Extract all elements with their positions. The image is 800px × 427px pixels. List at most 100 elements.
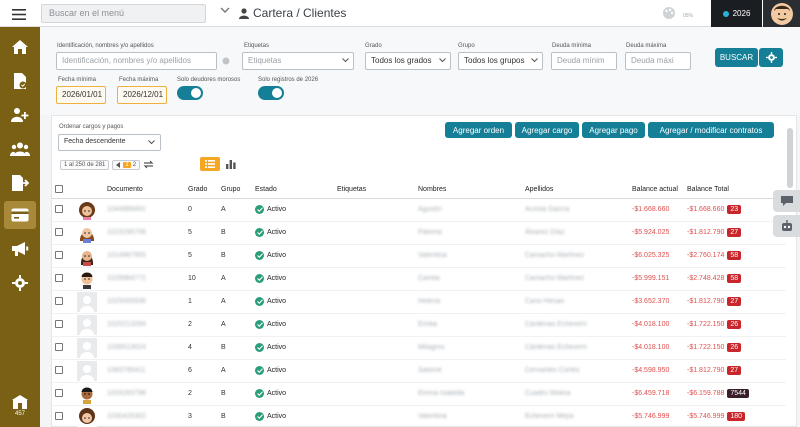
bot-tab[interactable]	[773, 215, 800, 237]
menu-search-input[interactable]: Buscar en el menú	[41, 4, 206, 23]
agregar-orden-button[interactable]: Agregar orden	[445, 122, 512, 138]
page-2[interactable]: 2	[133, 162, 136, 168]
top-bar: Buscar en el menú Cartera / Clientes 05%…	[0, 0, 800, 27]
check-circle-icon	[255, 412, 264, 421]
row-checkbox[interactable]	[55, 342, 63, 351]
deuda-max-input[interactable]: Deuda máxi	[625, 52, 691, 70]
documento-cell[interactable]: 1083795411	[104, 359, 185, 383]
table-row[interactable]: 1020213284 2 A Activo Emilia Cárdenas Echever…	[52, 313, 786, 337]
solo-deudores-toggle[interactable]	[177, 86, 203, 100]
table-row[interactable]: 1083795411 6 A Activo Salomé Cervantes Cortés…	[52, 359, 786, 383]
pagination: 1 al 250 de 281 1 2	[60, 157, 190, 172]
documento-cell[interactable]: 1014887955	[104, 244, 185, 268]
avatar[interactable]	[77, 337, 97, 358]
avatar[interactable]	[77, 314, 97, 335]
row-checkbox[interactable]	[55, 273, 63, 282]
chevron-down-icon	[439, 58, 446, 63]
row-checkbox[interactable]	[55, 227, 63, 236]
page-selector[interactable]: 1 2	[112, 159, 141, 170]
sidebar-item-settings[interactable]	[4, 269, 36, 297]
agregar-cargo-button[interactable]: Agregar cargo	[515, 122, 579, 138]
header-documento[interactable]: Documento	[104, 182, 185, 199]
ident-input[interactable]: Identificación, nombres y/o apellidos	[56, 52, 217, 70]
year-selector[interactable]: 2026	[711, 0, 762, 27]
table-row[interactable]: 1014887955 5 B Activo Valentina Camacho Martí…	[52, 244, 786, 268]
documento-cell[interactable]: 1030425302	[104, 405, 185, 427]
palette-icon[interactable]	[662, 6, 676, 22]
row-checkbox[interactable]	[55, 250, 63, 259]
etiquetas-cell	[334, 313, 415, 337]
table-row[interactable]: 1039513024 4 B Activo Milagros Cárdenas Echev…	[52, 336, 786, 360]
fecha-min-input[interactable]: 2026/01/01	[56, 86, 106, 104]
fecha-max-input[interactable]: 2026/12/01	[117, 86, 167, 104]
balance-total-cell: -$2.760.174 58	[684, 244, 786, 268]
header-grado[interactable]: Grado	[185, 182, 218, 199]
row-checkbox[interactable]	[55, 365, 63, 374]
documento-cell[interactable]: 1020213284	[104, 313, 185, 337]
header-estado[interactable]: Estado	[252, 182, 334, 199]
sidebar-item-users[interactable]	[4, 135, 36, 163]
row-checkbox[interactable]	[55, 388, 63, 397]
avatar[interactable]	[77, 222, 97, 243]
sidebar-item-billing[interactable]	[4, 201, 36, 229]
refresh-icon[interactable]	[143, 160, 154, 169]
avatar[interactable]	[77, 199, 97, 220]
header-balance-total[interactable]: Balance Total	[684, 182, 786, 199]
row-checkbox[interactable]	[55, 411, 63, 420]
avatar[interactable]	[77, 360, 97, 381]
avatar[interactable]	[77, 383, 97, 404]
sidebar-item-export[interactable]	[4, 169, 36, 197]
scrollbar[interactable]	[787, 128, 793, 188]
header-balance-actual[interactable]: Balance actual	[629, 182, 684, 199]
documento-cell[interactable]: 1033263798	[104, 382, 185, 406]
info-icon[interactable]	[222, 57, 230, 67]
grupo-select[interactable]: Todos los grupos	[458, 52, 543, 70]
chevron-down-icon[interactable]	[220, 7, 230, 16]
sidebar-item-home[interactable]	[4, 33, 36, 61]
header-apellidos[interactable]: Apellidos	[522, 182, 629, 199]
hamburger-menu-icon[interactable]	[7, 5, 31, 23]
page-1[interactable]: 1	[123, 161, 131, 168]
buscar-button[interactable]: BUSCAR	[715, 48, 758, 67]
table-row[interactable]: 1033263798 2 B Activo Emma Isabella Cuadro Mo…	[52, 382, 786, 406]
header-grupo[interactable]: Grupo	[218, 182, 252, 199]
sidebar-item-documents[interactable]	[4, 67, 36, 95]
documento-cell[interactable]: 1028984772	[104, 267, 185, 291]
row-checkbox[interactable]	[55, 319, 63, 328]
sort-select[interactable]: Fecha descendente	[58, 134, 161, 151]
avatar[interactable]	[77, 268, 97, 289]
sidebar-item-announcements[interactable]	[4, 235, 36, 263]
table-row[interactable]: 1028984772 10 A Activo Camila Camacho Martíne…	[52, 267, 786, 291]
documento-cell[interactable]: 1025000936	[104, 290, 185, 314]
avatar[interactable]	[77, 291, 97, 312]
chat-tab[interactable]	[773, 190, 800, 212]
chart-view-button[interactable]	[222, 157, 240, 171]
school-count[interactable]: 457	[6, 395, 34, 417]
header-nombres[interactable]: Nombres	[415, 182, 522, 199]
sidebar-item-add-user[interactable]	[4, 101, 36, 129]
header-etiquetas[interactable]: Etiquetas	[334, 182, 415, 199]
documento-cell[interactable]: 1044889491	[104, 198, 185, 222]
documento-cell[interactable]: 1039513024	[104, 336, 185, 360]
avatar[interactable]	[77, 406, 97, 427]
documento-cell[interactable]: 1023295706	[104, 221, 185, 245]
row-checkbox[interactable]	[55, 296, 63, 305]
agregar-pago-button[interactable]: Agregar pago	[582, 122, 645, 138]
table-row[interactable]: 1030425302 3 B Activo Valentina Echeverri Mej…	[52, 405, 786, 427]
solo-registros-toggle[interactable]	[258, 86, 284, 100]
list-view-button[interactable]	[200, 157, 220, 171]
avatar[interactable]	[77, 245, 97, 266]
table-row[interactable]: 1023295706 5 B Activo Paloma Álvarez Díaz -$5.…	[52, 221, 786, 245]
chevron-left-icon[interactable]	[116, 161, 121, 168]
agregar-contratos-button[interactable]: Agregar / modificar contratos	[648, 122, 774, 138]
deuda-min-input[interactable]: Deuda mínim	[551, 52, 617, 70]
table-row[interactable]: 1044889491 0 A Activo Agustín Acosta García -$…	[52, 198, 786, 222]
chevron-down-icon	[531, 58, 538, 63]
table-row[interactable]: 1025000936 1 A Activo Helena Cano Henao -$3.65…	[52, 290, 786, 314]
user-avatar[interactable]	[763, 0, 800, 27]
search-settings-button[interactable]	[759, 48, 783, 67]
grado-select[interactable]: Todos los grados	[365, 52, 451, 70]
select-all-checkbox[interactable]	[55, 184, 63, 193]
row-checkbox[interactable]	[55, 204, 63, 213]
etiquetas-select[interactable]: Etiquetas	[242, 52, 354, 70]
